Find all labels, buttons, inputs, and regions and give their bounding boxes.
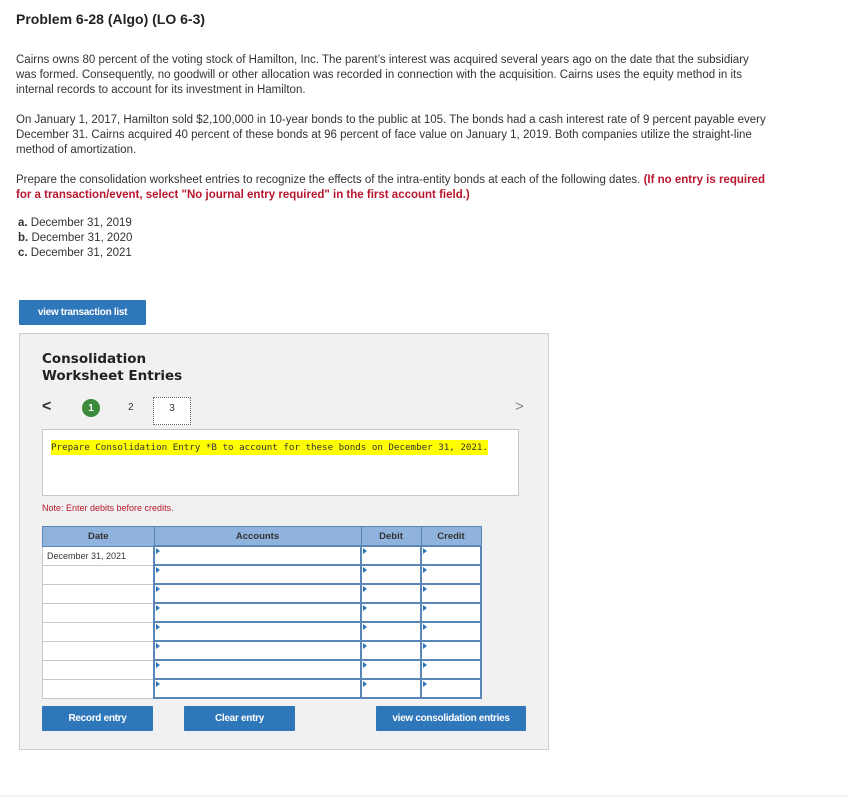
view-consolidation-entries-button[interactable]: view consolidation entries xyxy=(376,706,526,731)
part-item: c. December 31, 2021 xyxy=(18,247,132,259)
credit-header: Credit xyxy=(420,526,482,547)
account-select[interactable] xyxy=(153,678,362,699)
credit-input[interactable] xyxy=(420,678,482,699)
problem-paragraph-1: Cairns owns 80 percent of the voting sto… xyxy=(16,54,749,96)
problem-paragraph-3: Prepare the consolidation worksheet entr… xyxy=(16,173,766,203)
date-cell xyxy=(42,602,155,623)
dropdown-icon xyxy=(363,548,367,554)
dropdown-icon xyxy=(363,605,367,611)
table-header-row: Date Accounts Debit Credit xyxy=(42,526,482,547)
table-row xyxy=(42,583,482,604)
account-select[interactable] xyxy=(153,621,362,642)
dropdown-icon xyxy=(423,643,427,649)
problem-title: Problem 6-28 (Algo) (LO 6-3) xyxy=(16,11,206,27)
debit-input[interactable] xyxy=(360,659,422,680)
dropdown-icon xyxy=(363,643,367,649)
dropdown-icon xyxy=(423,567,427,573)
part-item: b. December 31, 2020 xyxy=(18,232,133,244)
view-transaction-list-button[interactable]: view transaction list xyxy=(19,300,146,325)
dropdown-icon xyxy=(156,662,160,668)
dropdown-icon xyxy=(423,605,427,611)
dropdown-icon xyxy=(423,681,427,687)
dropdown-icon xyxy=(156,643,160,649)
debit-credit-note: Note: Enter debits before credits. xyxy=(42,503,174,513)
instruction-box: Prepare Consolidation Entry *B to accoun… xyxy=(42,429,519,496)
credit-input[interactable] xyxy=(420,621,482,642)
clear-entry-button[interactable]: Clear entry xyxy=(184,706,295,731)
worksheet-panel: Consolidation Worksheet Entries < 1 2 3 … xyxy=(19,333,549,750)
worksheet-title: Consolidation Worksheet Entries xyxy=(42,351,183,384)
part-item: a. December 31, 2019 xyxy=(18,217,132,229)
dropdown-icon xyxy=(423,662,427,668)
debit-input[interactable] xyxy=(360,602,422,623)
date-cell xyxy=(42,678,155,699)
chevron-right-icon[interactable]: > xyxy=(515,398,524,415)
date-cell: December 31, 2021 xyxy=(42,545,155,566)
dropdown-icon xyxy=(156,605,160,611)
credit-input[interactable] xyxy=(420,640,482,661)
dropdown-icon xyxy=(363,662,367,668)
table-row xyxy=(42,640,482,661)
table-row xyxy=(42,678,482,699)
dropdown-icon xyxy=(363,681,367,687)
table-row xyxy=(42,621,482,642)
instructions-text: Prepare the consolidation worksheet entr… xyxy=(16,174,641,186)
instruction-text: Prepare Consolidation Entry *B to accoun… xyxy=(51,440,488,455)
accounts-header: Accounts xyxy=(153,526,362,547)
account-select[interactable] xyxy=(153,640,362,661)
dropdown-icon xyxy=(156,681,160,687)
date-cell xyxy=(42,640,155,661)
parts-list: a. December 31, 2019 b. December 31, 202… xyxy=(18,216,132,261)
credit-input[interactable] xyxy=(420,564,482,585)
debit-input[interactable] xyxy=(360,678,422,699)
table-row: December 31, 2021 xyxy=(42,545,482,566)
dropdown-icon xyxy=(363,586,367,592)
date-cell xyxy=(42,621,155,642)
debit-input[interactable] xyxy=(360,564,422,585)
step-2[interactable]: 2 xyxy=(128,402,134,413)
debit-input[interactable] xyxy=(360,545,422,566)
account-select[interactable] xyxy=(153,564,362,585)
debit-input[interactable] xyxy=(360,583,422,604)
record-entry-button[interactable]: Record entry xyxy=(42,706,153,731)
credit-input[interactable] xyxy=(420,602,482,623)
dropdown-icon xyxy=(156,548,160,554)
step-1-complete[interactable]: 1 xyxy=(82,399,100,417)
dropdown-icon xyxy=(423,548,427,554)
debit-header: Debit xyxy=(360,526,422,547)
table-row xyxy=(42,564,482,585)
date-cell xyxy=(42,564,155,585)
dropdown-icon xyxy=(363,567,367,573)
debit-input[interactable] xyxy=(360,640,422,661)
table-row xyxy=(42,602,482,623)
date-cell xyxy=(42,659,155,680)
bottom-divider xyxy=(0,795,848,797)
credit-input[interactable] xyxy=(420,545,482,566)
date-header: Date xyxy=(42,526,155,547)
credit-input[interactable] xyxy=(420,659,482,680)
account-select[interactable] xyxy=(153,545,362,566)
dropdown-icon xyxy=(156,624,160,630)
dropdown-icon xyxy=(156,586,160,592)
debit-input[interactable] xyxy=(360,621,422,642)
step-3-current[interactable]: 3 xyxy=(153,397,191,425)
date-cell xyxy=(42,583,155,604)
account-select[interactable] xyxy=(153,583,362,604)
dropdown-icon xyxy=(156,567,160,573)
chevron-left-icon[interactable]: < xyxy=(42,398,51,416)
table-row xyxy=(42,659,482,680)
account-select[interactable] xyxy=(153,602,362,623)
credit-input[interactable] xyxy=(420,583,482,604)
account-select[interactable] xyxy=(153,659,362,680)
dropdown-icon xyxy=(423,586,427,592)
problem-paragraph-2: On January 1, 2017, Hamilton sold $2,100… xyxy=(16,114,766,156)
dropdown-icon xyxy=(363,624,367,630)
journal-entry-table: Date Accounts Debit Credit December 31, … xyxy=(42,526,482,699)
dropdown-icon xyxy=(423,624,427,630)
